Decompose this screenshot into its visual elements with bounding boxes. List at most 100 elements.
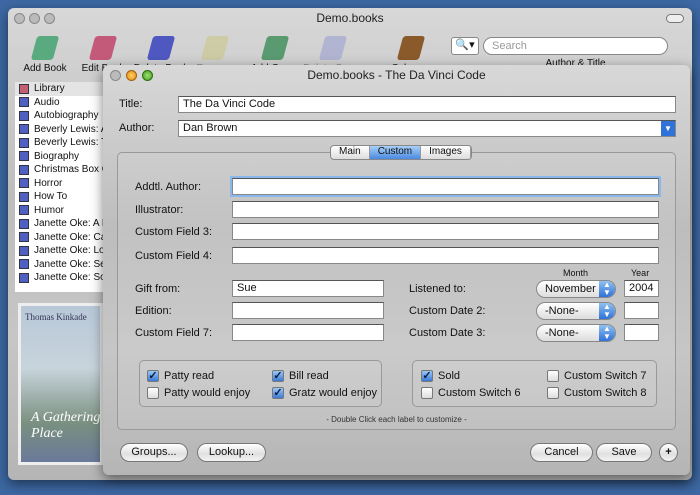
sidebar-item-label: Janette Oke: Sea xyxy=(34,258,107,270)
group-list[interactable]: Library Audio Autobiography Beverly Lewis: … xyxy=(15,82,107,292)
sidebar-item-label: Biography xyxy=(34,150,80,162)
toolbar-add-book-button[interactable]: Add Book xyxy=(15,36,75,74)
month-popup[interactable]: -None- ▲ ▼ xyxy=(536,324,616,342)
sidebar-item-label: Janette Oke: Ca xyxy=(34,231,107,243)
checkbox-custom-switch-8[interactable]: Custom Switch 8 xyxy=(547,387,647,399)
tab-main[interactable]: Main xyxy=(331,146,370,159)
groups-button[interactable]: Groups... xyxy=(120,443,188,462)
checkbox-bill-read[interactable]: ✓ Bill read xyxy=(272,370,329,382)
book-icon xyxy=(146,36,176,60)
sidebar-item-label: Janette Oke: Son xyxy=(34,272,107,283)
cover-author: Thomas Kinkade xyxy=(25,312,87,322)
sidebar-item[interactable]: Janette Oke: Ca xyxy=(15,231,107,245)
field-input[interactable] xyxy=(232,201,659,218)
group-icon xyxy=(19,272,29,283)
year-input[interactable] xyxy=(624,302,659,319)
sidebar-item[interactable]: Library xyxy=(15,82,107,96)
group-icon xyxy=(19,97,29,108)
checkbox-gratz-would-enjoy[interactable]: ✓ Gratz would enjoy xyxy=(272,387,377,399)
year-input[interactable]: 2004 xyxy=(624,280,659,297)
field-label: Custom Field 3: xyxy=(135,226,213,238)
title-input[interactable]: The Da Vinci Code xyxy=(178,96,676,113)
checkbox-patty-would-enjoy[interactable]: Patty would enjoy xyxy=(147,387,250,399)
checkbox-label: Custom Switch 7 xyxy=(564,370,647,382)
sidebar-item[interactable]: Humor xyxy=(15,204,107,218)
sidebar-item[interactable]: Janette Oke: A F xyxy=(15,217,107,231)
year-input[interactable] xyxy=(624,324,659,341)
checkbox-icon xyxy=(147,387,159,399)
month-value: -None- xyxy=(545,327,579,339)
sidebar-item[interactable]: Janette Oke: Sea xyxy=(15,258,107,272)
field-label: Illustrator: xyxy=(135,204,184,216)
group-icon xyxy=(19,259,29,270)
sidebar-item-label: Horror xyxy=(34,177,63,189)
month-value: November xyxy=(545,283,596,295)
field-input[interactable]: Sue xyxy=(232,280,384,297)
checkbox-group-left xyxy=(139,360,382,407)
month-popup[interactable]: -None- ▲ ▼ xyxy=(536,302,616,320)
lookup-button[interactable]: Lookup... xyxy=(197,443,266,462)
tab-images[interactable]: Images xyxy=(421,146,471,159)
search-input[interactable]: Search xyxy=(483,37,668,55)
field-input[interactable] xyxy=(232,302,384,319)
field-input[interactable] xyxy=(232,178,659,195)
book-icon xyxy=(318,36,348,60)
checkbox-icon: ✓ xyxy=(272,387,284,399)
field-input[interactable] xyxy=(232,247,659,264)
search-scope-button[interactable]: 🔍▾ xyxy=(451,37,479,55)
sidebar-item-label: How To xyxy=(34,191,68,202)
sidebar-item-label: Audio xyxy=(34,96,60,108)
book-cover: Thomas Kinkade A Gathering Place xyxy=(18,303,103,465)
checkbox-group-right xyxy=(412,360,657,407)
group-icon xyxy=(19,151,29,162)
checkbox-icon xyxy=(547,370,559,382)
group-icon xyxy=(19,205,29,216)
book-icon xyxy=(200,36,230,60)
toolbar-toggle-button[interactable] xyxy=(666,14,684,23)
group-icon xyxy=(19,178,29,189)
date-label: Custom Date 2: xyxy=(409,305,486,317)
updown-arrows-icon: ▲ ▼ xyxy=(599,325,615,341)
sidebar-item[interactable]: Biography xyxy=(15,150,107,164)
tab-bar: Main Custom Images xyxy=(330,145,472,160)
book-icon xyxy=(30,36,60,60)
sidebar-item[interactable]: Horror xyxy=(15,177,107,191)
group-icon xyxy=(19,124,29,135)
book-icon xyxy=(260,36,290,60)
sidebar-item[interactable]: Janette Oke: Son xyxy=(15,271,107,285)
window-title: Demo.books xyxy=(316,11,384,25)
tab-custom[interactable]: Custom xyxy=(369,146,422,159)
checkbox-sold[interactable]: ✓ Sold xyxy=(421,370,460,382)
date-label: Listened to: xyxy=(409,283,466,295)
checkbox-custom-switch-6[interactable]: Custom Switch 6 xyxy=(421,387,521,399)
save-button[interactable]: Save xyxy=(596,443,652,462)
checkbox-custom-switch-7[interactable]: Custom Switch 7 xyxy=(547,370,647,382)
field-label: Addtl. Author: xyxy=(135,181,202,193)
month-popup[interactable]: November ▲ ▼ xyxy=(536,280,616,298)
sidebar-item[interactable]: Autobiography xyxy=(15,109,107,123)
sidebar-item-label: Library xyxy=(34,83,65,94)
checkbox-patty-read[interactable]: ✓ Patty read xyxy=(147,370,214,382)
cancel-button[interactable]: Cancel xyxy=(530,443,593,462)
sidebar-item[interactable]: Christmas Box C xyxy=(15,163,107,177)
sidebar-item[interactable]: Janette Oke: Lov xyxy=(15,244,107,258)
field-input[interactable] xyxy=(232,223,659,240)
group-icon xyxy=(19,232,29,243)
month-value: -None- xyxy=(545,305,579,317)
cover-title: A Gathering Place xyxy=(31,410,101,441)
sidebar-item[interactable]: Beverly Lewis: A xyxy=(15,123,107,137)
sidebar-item[interactable]: How To xyxy=(15,190,107,204)
sidebar-item[interactable]: Beverly Lewis: T xyxy=(15,136,107,150)
sidebar-item-label: Humor xyxy=(34,204,65,216)
title-label: Title: xyxy=(119,98,143,110)
add-button[interactable]: + xyxy=(659,443,678,462)
field-input[interactable] xyxy=(232,324,384,341)
checkbox-label: Sold xyxy=(438,370,461,382)
checkbox-label: Bill read xyxy=(289,370,329,382)
sidebar-item-label: Janette Oke: Lov xyxy=(34,245,107,256)
chevron-down-icon[interactable]: ▼ xyxy=(661,121,675,136)
group-icon xyxy=(19,164,29,175)
sidebar-item[interactable]: Audio xyxy=(15,96,107,110)
field-label: Custom Field 7: xyxy=(135,327,213,339)
author-combo[interactable]: Dan Brown ▼ xyxy=(178,120,676,137)
